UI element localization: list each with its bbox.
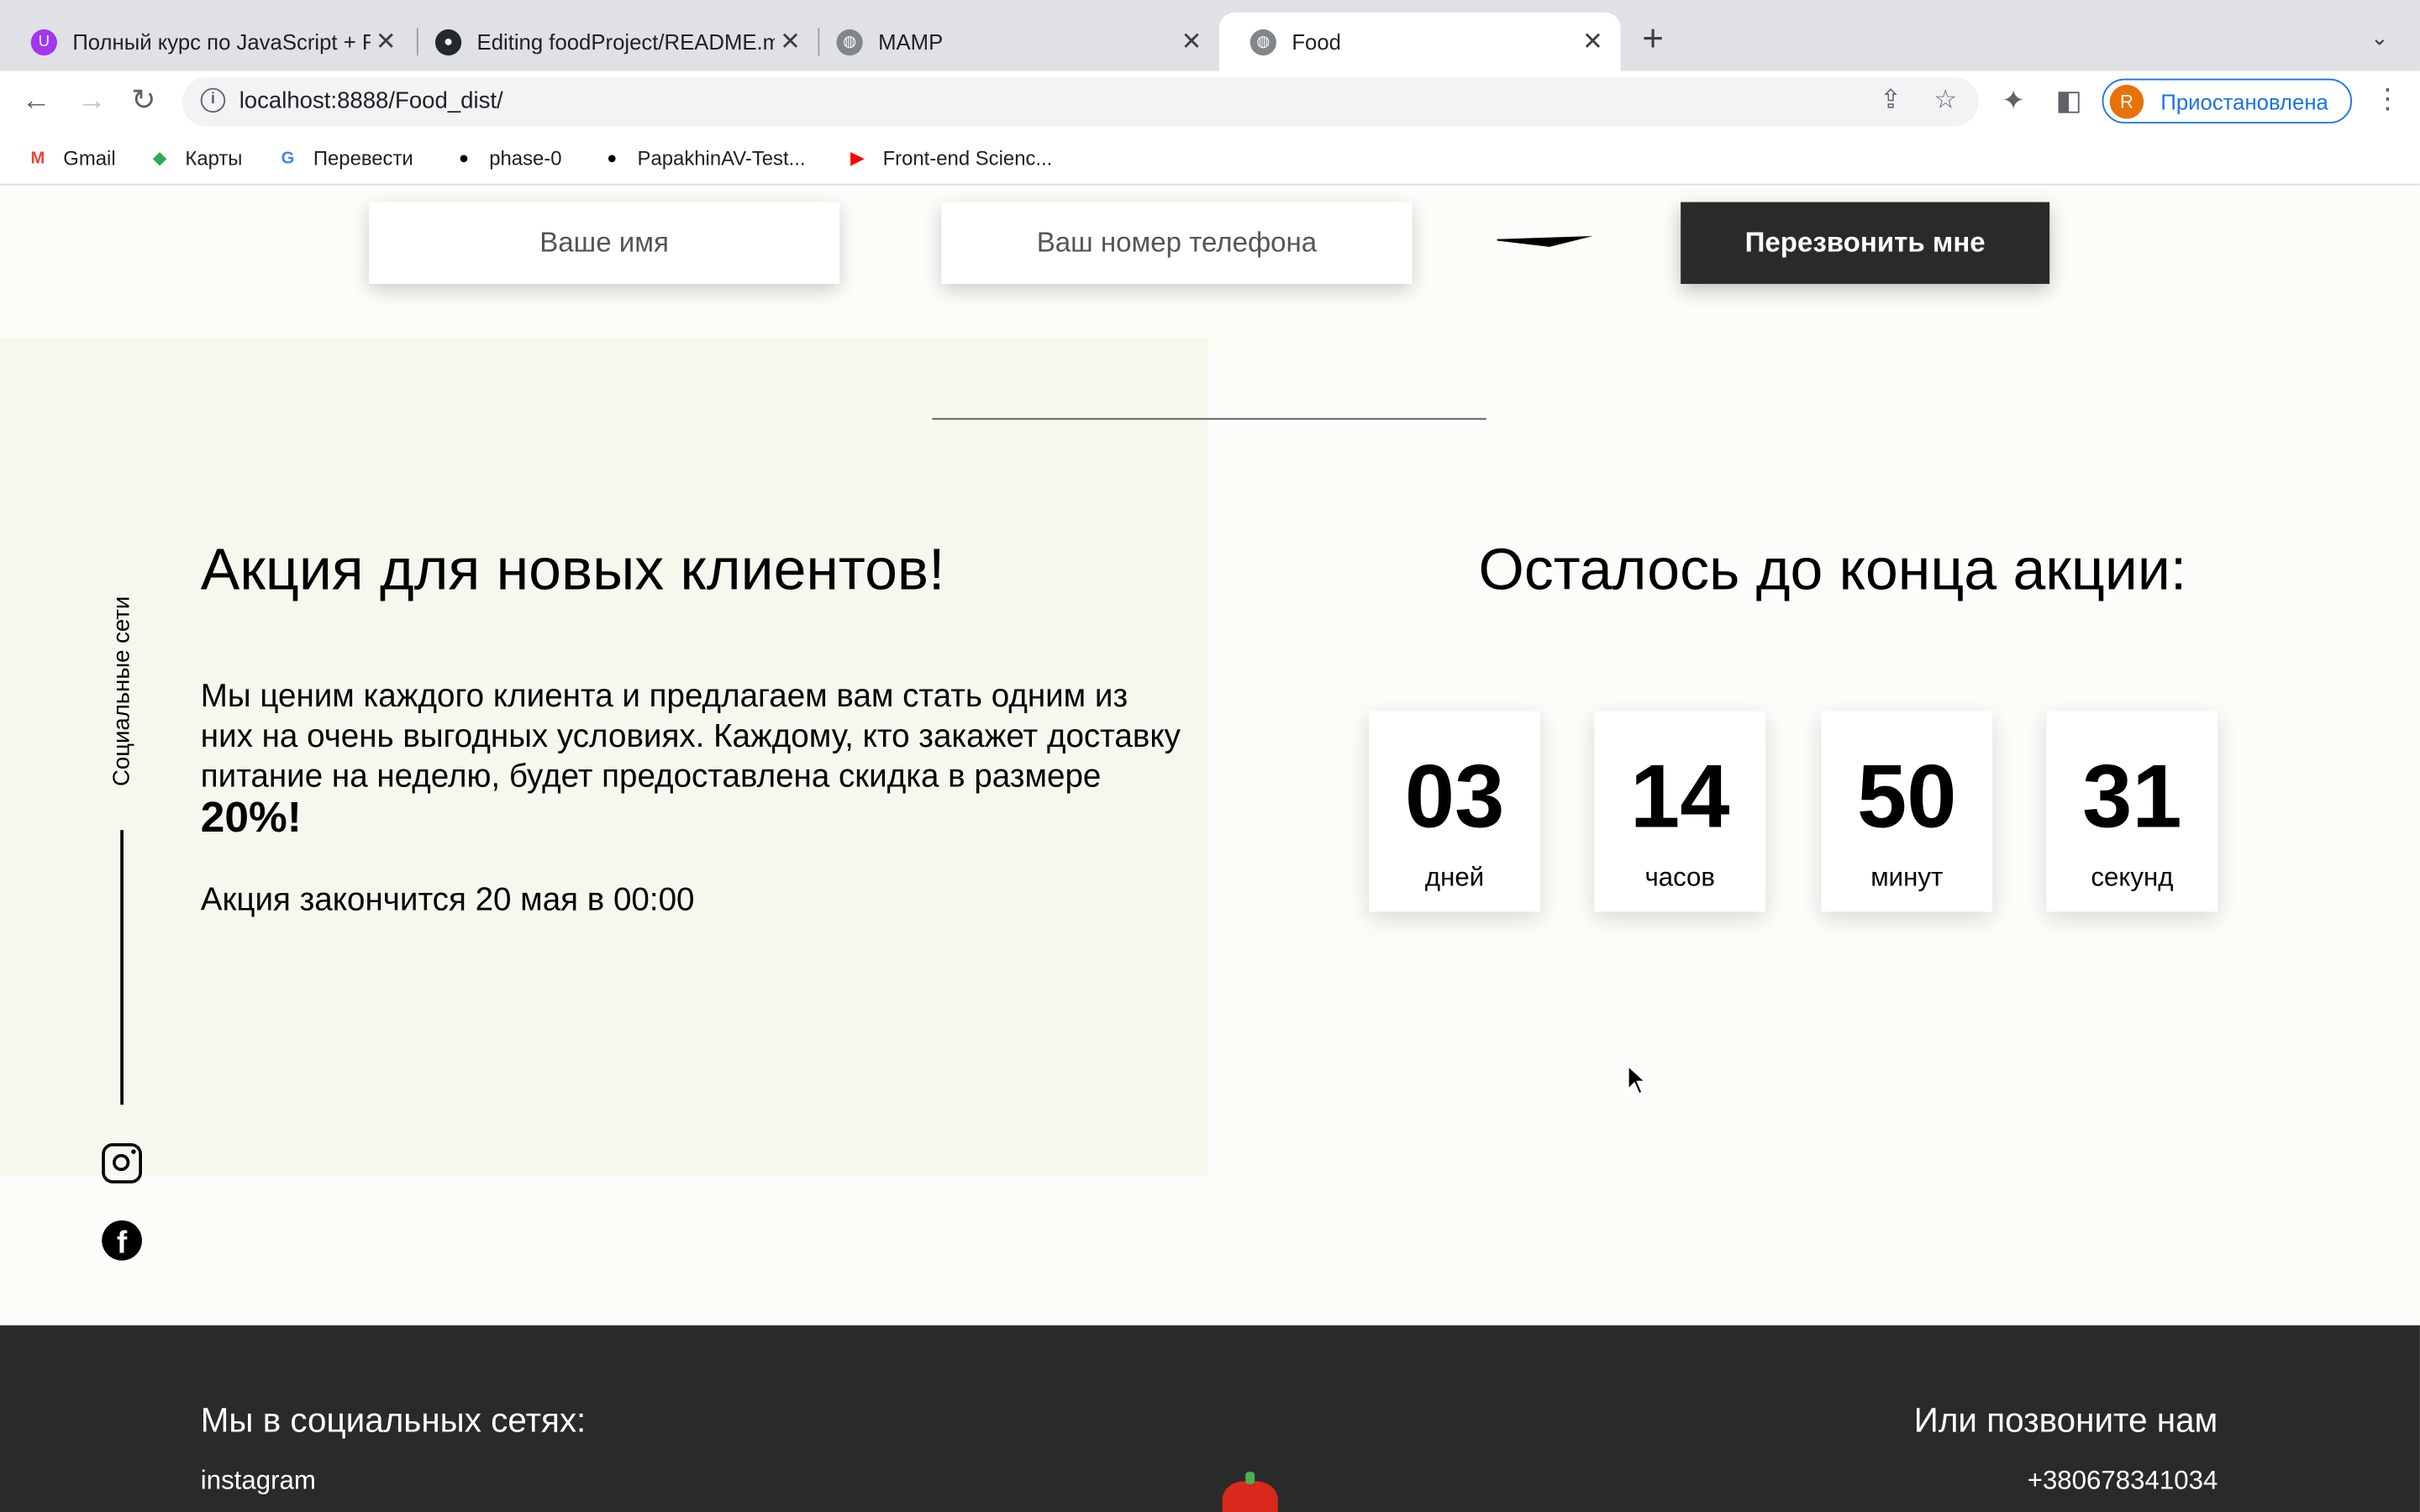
tab-javascript-course[interactable]: U Полный курс по JavaScript + R ✕: [0, 13, 413, 71]
promotion-description: Мы ценим каждого клиента и предлагаем ва…: [201, 677, 1188, 843]
timer-value: 31: [2082, 746, 2182, 848]
udemy-icon: U: [30, 28, 57, 55]
maps-icon: ◆: [153, 150, 166, 169]
bookmark-gmail[interactable]: M Gmail: [24, 145, 116, 171]
timer-unit: дней: [1424, 862, 1485, 892]
facebook-icon[interactable]: f: [102, 1220, 142, 1261]
instagram-icon[interactable]: [102, 1142, 142, 1184]
youtube-icon: ▶: [850, 150, 865, 169]
footer-phone-link[interactable]: +380678341034: [2028, 1466, 2218, 1497]
phone-input[interactable]: Ваш номер телефона: [941, 202, 1413, 284]
mouse-cursor-icon: [1627, 1064, 1648, 1095]
translate-icon: G: [281, 149, 295, 168]
timer-value: 14: [1629, 746, 1730, 848]
bookmark-frontend-science[interactable]: ▶ Front-end Scienc...: [844, 145, 1053, 171]
promotion-description-text: Мы ценим каждого клиента и предлагаем ва…: [200, 679, 1181, 795]
bookmark-phase-0[interactable]: ● phase-0: [450, 145, 562, 171]
gmail-icon: M: [30, 149, 45, 168]
footer-social-heading: Мы в социальных сетях:: [200, 1400, 587, 1440]
promotion-discount: 20%!: [200, 793, 302, 842]
bookmark-label: Gmail: [63, 146, 116, 171]
tab-title: Полный курс по JavaScript + R: [72, 29, 371, 55]
bookmark-label: PapakhinAV-Test...: [637, 146, 806, 171]
avatar: R: [2109, 84, 2144, 118]
close-icon[interactable]: ✕: [775, 26, 806, 57]
bookmark-papakhinav[interactable]: ● PapakhinAV-Test...: [599, 145, 806, 171]
promotion-title: Акция для новых клиентов!: [200, 538, 945, 604]
timer-unit: часов: [1644, 862, 1716, 892]
tab-search-chevron-icon[interactable]: ⌄: [2370, 24, 2389, 50]
forward-arrow-icon[interactable]: →: [77, 83, 107, 120]
name-input[interactable]: Ваше имя: [368, 202, 840, 284]
timer-title: Осталось до конца акции:: [1478, 538, 2187, 604]
timer-hours: 14 часов: [1594, 711, 1766, 912]
pepper-logo-icon: [1222, 1472, 1278, 1512]
close-icon[interactable]: ✕: [1176, 26, 1207, 57]
back-arrow-icon[interactable]: ←: [22, 83, 51, 120]
promotion-end-date: Акция закончится 20 мая в 00:00: [200, 882, 695, 918]
tab-mamp[interactable]: ◍ MAMP ✕: [806, 13, 1219, 71]
tab-title: MAMP: [878, 29, 944, 55]
tab-title: Food: [1292, 29, 1341, 55]
github-icon: ●: [458, 149, 470, 168]
reload-icon[interactable]: ↻: [131, 83, 155, 120]
arrow-icon: [1497, 236, 1593, 247]
bookmark-label: Front-end Scienc...: [882, 146, 1053, 171]
tab-title: Editing foodProject/README.md: [476, 29, 776, 55]
menu-kebab-icon[interactable]: ⋮: [2374, 83, 2402, 116]
timer-seconds: 31 секунд: [2046, 711, 2218, 912]
bookmark-label: phase-0: [489, 146, 562, 171]
timer-days: 03 дней: [1369, 711, 1541, 912]
timer-value: 03: [1404, 746, 1505, 848]
tab-editing-readme[interactable]: ● Editing foodProject/README.md ✕: [404, 13, 818, 71]
globe-icon: ◍: [836, 28, 863, 55]
section-divider: [932, 417, 1486, 420]
social-label: Социальные сети: [108, 596, 135, 787]
new-tab-button[interactable]: +: [1642, 21, 1664, 59]
github-icon: ●: [434, 28, 462, 55]
close-icon[interactable]: ✕: [1577, 26, 1608, 57]
tab-food[interactable]: ◍ Food ✕: [1218, 12, 1621, 71]
bookmark-translate[interactable]: G Перевести: [275, 145, 413, 171]
browser-tab-bar: U Полный курс по JavaScript + R ✕ ● Edit…: [0, 0, 2420, 71]
callback-button[interactable]: Перезвонить мне: [1681, 202, 2050, 284]
timer-unit: секунд: [2091, 862, 2174, 892]
extensions-puzzle-icon[interactable]: ✦: [2002, 85, 2025, 118]
github-icon: ●: [607, 149, 618, 168]
page-viewport: Ваше имя Ваш номер телефона Перезвонить …: [0, 186, 2420, 1512]
share-icon[interactable]: ⇪: [1880, 85, 1902, 116]
bookmark-label: Перевести: [313, 146, 413, 171]
profile-button[interactable]: R Приостановлена: [2102, 78, 2353, 123]
timer-minutes: 50 минут: [1821, 711, 1993, 912]
bookmarks-bar: M Gmail ◆ Карты G Перевести ● phase-0 ● …: [0, 132, 2420, 186]
social-line: [120, 830, 124, 1105]
url-text[interactable]: localhost:8888/Food_dist/: [239, 88, 503, 114]
footer-instagram-link[interactable]: instagram: [201, 1466, 316, 1497]
close-icon[interactable]: ✕: [371, 26, 402, 57]
bookmark-star-icon[interactable]: ☆: [1933, 85, 1957, 116]
profile-status-label: Приостановлена: [2160, 88, 2328, 113]
site-info-icon[interactable]: i: [200, 87, 226, 113]
side-panel-icon[interactable]: ◧: [2055, 85, 2081, 118]
timer-value: 50: [1856, 746, 1957, 848]
browser-toolbar: ← → ↻ i localhost:8888/Food_dist/ ⇪ ☆ ✦ …: [0, 71, 2420, 133]
globe-icon: ◍: [1249, 28, 1276, 55]
footer: Мы в социальных сетях: instagram Или поз…: [0, 1325, 2420, 1512]
footer-call-heading: Или позвоните нам: [1913, 1400, 2218, 1440]
address-bar[interactable]: i localhost:8888/Food_dist/ ⇪ ☆: [182, 76, 1979, 127]
bookmark-label: Карты: [185, 146, 243, 171]
bookmark-maps[interactable]: ◆ Карты: [146, 145, 242, 171]
timer-unit: минут: [1870, 862, 1944, 892]
